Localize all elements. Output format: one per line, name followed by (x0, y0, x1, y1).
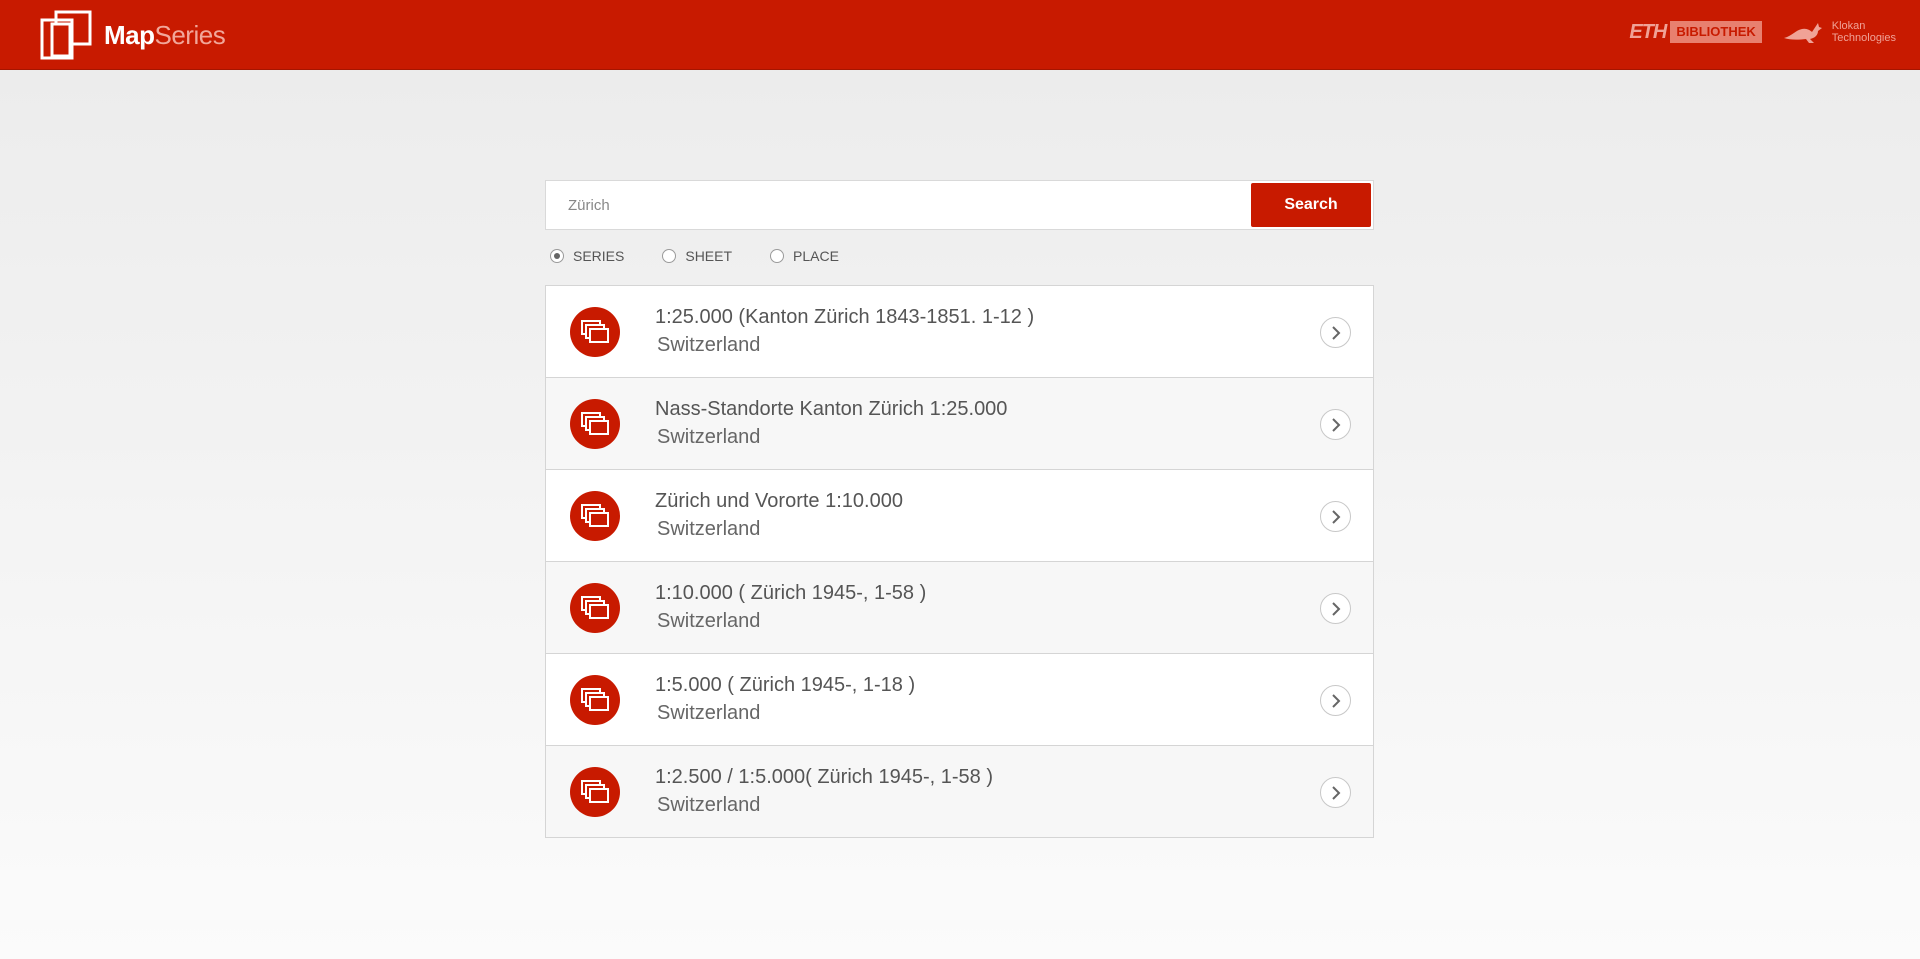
radio-place-label: PLACE (793, 248, 839, 264)
klokan-logo[interactable]: Klokan Technologies (1782, 20, 1896, 44)
radio-place-circle[interactable] (770, 249, 785, 263)
chevron-right-icon[interactable] (1320, 501, 1351, 532)
mapseries-logo[interactable]: MapSeries (40, 10, 226, 60)
result-subtitle: Switzerland (657, 610, 761, 632)
result-subtitle: Switzerland (657, 794, 761, 816)
radio-series-circle[interactable] (550, 249, 564, 263)
chevron-right-icon[interactable] (1320, 409, 1351, 440)
result-row[interactable]: Nass-Standorte Kanton Zürich 1:25.000 Sw… (546, 378, 1373, 470)
partner-logos: ETH BIBLIOTHEK Klokan Technologies (1629, 20, 1896, 44)
search-mode-radios: SERIES SHEET PLACE (550, 248, 877, 264)
logo-text-light: Series (154, 19, 226, 50)
result-subtitle: Switzerland (657, 426, 761, 448)
radio-sheet[interactable]: SHEET (662, 248, 732, 264)
top-bar: MapSeries ETH BIBLIOTHEK Klokan Technolo… (0, 0, 1920, 70)
map-series-icon (570, 399, 620, 449)
klokan-line-2: Technologies (1831, 32, 1896, 44)
search-button[interactable]: Search (1251, 183, 1371, 227)
klokan-text: Klokan Technologies (1832, 20, 1896, 44)
result-row[interactable]: 1:2.500 / 1:5.000( Zürich 1945-, 1-58 ) … (546, 746, 1373, 837)
chevron-right-icon[interactable] (1320, 593, 1351, 624)
radio-place[interactable]: PLACE (770, 248, 839, 264)
eth-bibliothek-logo[interactable]: ETH BIBLIOTHEK (1629, 20, 1762, 43)
map-series-icon (570, 491, 620, 541)
mapseries-logo-icon (40, 10, 94, 60)
result-subtitle: Switzerland (657, 334, 761, 356)
results-list: 1:25.000 (Kanton Zürich 1843-1851. 1-12 … (545, 285, 1374, 838)
klokan-line-1: Klokan (1831, 20, 1866, 32)
map-series-icon (570, 767, 620, 817)
result-subtitle: Switzerland (657, 702, 761, 724)
map-series-icon (570, 307, 620, 357)
radio-sheet-label: SHEET (685, 248, 733, 264)
result-row[interactable]: Zürich und Vororte 1:10.000 Switzerland (546, 470, 1373, 562)
result-title: 1:10.000 ( Zürich 1945-, 1-58 ) (655, 582, 927, 604)
logo-text: MapSeries (104, 19, 226, 51)
chevron-right-icon[interactable] (1320, 777, 1351, 808)
result-title: Nass-Standorte Kanton Zürich 1:25.000 (655, 398, 1008, 420)
result-row[interactable]: 1:25.000 (Kanton Zürich 1843-1851. 1-12 … (546, 286, 1373, 378)
kangaroo-icon (1783, 23, 1822, 43)
result-title: 1:5.000 ( Zürich 1945-, 1-18 ) (655, 674, 916, 696)
result-title: 1:2.500 / 1:5.000( Zürich 1945-, 1-58 ) (655, 766, 993, 788)
radio-series-label: SERIES (573, 248, 625, 264)
logo-text-bold: Map (104, 19, 155, 50)
result-row[interactable]: 1:5.000 ( Zürich 1945-, 1-18 ) Switzerla… (546, 654, 1373, 746)
result-title: 1:25.000 (Kanton Zürich 1843-1851. 1-12 … (655, 306, 1035, 328)
result-row[interactable]: 1:10.000 ( Zürich 1945-, 1-58 ) Switzerl… (546, 562, 1373, 654)
search-box: Search (545, 180, 1374, 230)
radio-series[interactable]: SERIES (550, 248, 624, 264)
map-series-icon (570, 675, 620, 725)
chevron-right-icon[interactable] (1320, 317, 1351, 348)
search-input[interactable] (546, 181, 1246, 229)
radio-sheet-circle[interactable] (662, 249, 677, 263)
eth-mark: ETH (1629, 20, 1667, 43)
chevron-right-icon[interactable] (1320, 685, 1351, 716)
eth-bibliothek-label: BIBLIOTHEK (1670, 21, 1762, 43)
result-subtitle: Switzerland (657, 518, 761, 540)
result-title: Zürich und Vororte 1:10.000 (655, 490, 903, 512)
map-series-icon (570, 583, 620, 633)
